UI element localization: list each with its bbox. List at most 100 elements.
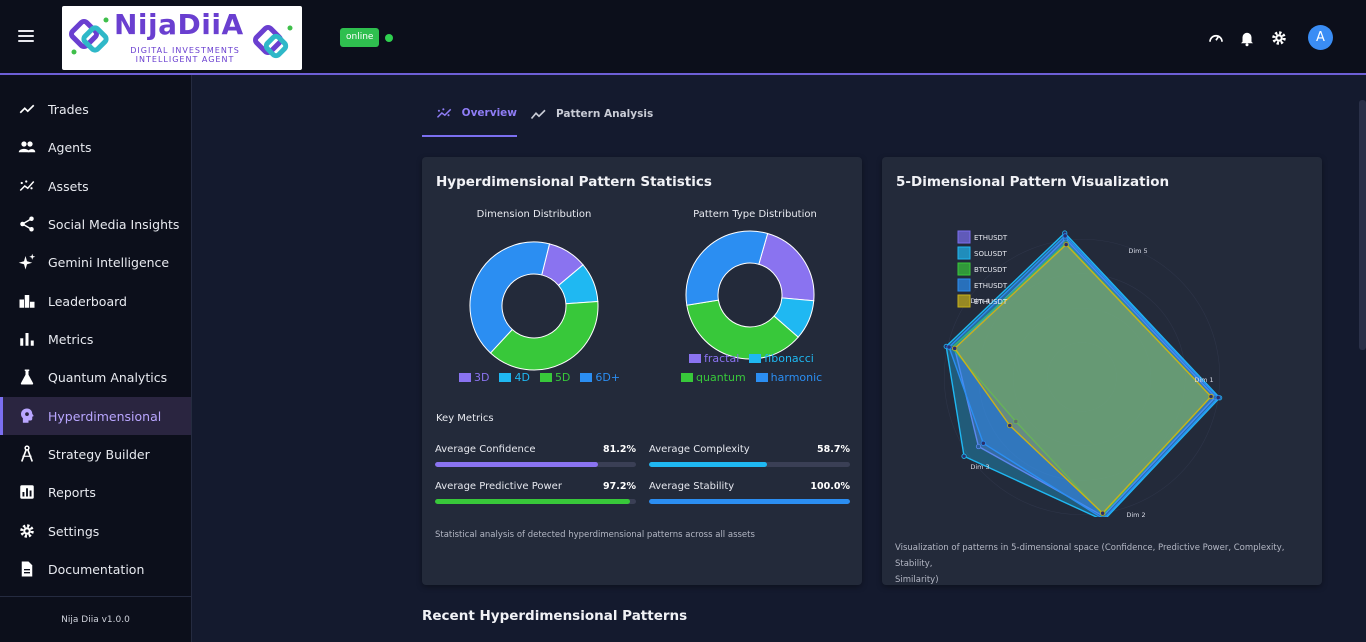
bar-chart-icon	[20, 333, 34, 346]
radar-point[interactable]	[1063, 241, 1069, 248]
sidebar-item-label: Reports	[48, 484, 96, 500]
sidebar-item-label: Gemini Intelligence	[48, 254, 170, 270]
sidebar-item-social-media-insights[interactable]: Social Media Insights	[0, 205, 191, 243]
pattern-type-legend-row2: quantum harmonic	[681, 371, 822, 384]
radar-legend-label[interactable]: SOLUSDT	[974, 250, 1007, 258]
sidebar-item-documentation[interactable]: Documentation	[0, 550, 191, 588]
card-title: 5-Dimensional Pattern Visualization	[896, 174, 1170, 190]
legend-item[interactable]: harmonic	[755, 371, 822, 384]
sidebar-item-assets[interactable]: Assets	[0, 167, 191, 205]
app-version: Nija Diia v1.0.0	[0, 596, 191, 642]
report-icon	[20, 485, 34, 499]
radar-axis-label: Dim 2	[1126, 511, 1145, 517]
avatar[interactable]: A	[1308, 25, 1333, 50]
radar-legend-label[interactable]: ETHUSDT	[974, 298, 1008, 306]
status-badge: online	[340, 28, 380, 47]
legend-item[interactable]: quantum	[681, 371, 746, 384]
radar-legend-swatch[interactable]	[957, 294, 971, 308]
brain-icon	[21, 408, 34, 423]
gear-icon	[20, 524, 34, 538]
radar-legend-swatch[interactable]	[957, 262, 971, 276]
radar-legend-label[interactable]: BTCUSDT	[974, 266, 1008, 274]
legend-item[interactable]: fractal	[689, 352, 739, 365]
stats-caption: Statistical analysis of detected hyperdi…	[435, 530, 755, 540]
document-icon	[21, 561, 33, 577]
sidebar-item-strategy-builder[interactable]: Strategy Builder	[0, 435, 191, 473]
gear-icon[interactable]	[1270, 29, 1288, 47]
radar-legend-label[interactable]: ETHUSDT	[974, 282, 1008, 290]
radar-axis-label: Dim 5	[1128, 247, 1147, 255]
sidebar-item-label: Assets	[48, 178, 89, 194]
sidebar-item-settings[interactable]: Settings	[0, 512, 191, 550]
tab-overview[interactable]: Overview	[422, 90, 517, 137]
pattern-type-donut-chart	[685, 230, 815, 360]
leaderboard-icon	[19, 295, 35, 308]
sidebar-item-label: Hyperdimensional	[48, 408, 162, 424]
flask-icon	[20, 369, 34, 385]
sidebar-item-quantum-analytics[interactable]: Quantum Analytics	[0, 358, 191, 396]
pattern-type-distribution-title: Pattern Type Distribution	[693, 209, 817, 220]
sidebar-item-label: Trades	[48, 101, 89, 117]
radar-point[interactable]	[961, 453, 967, 459]
radar-legend-label[interactable]: ETHUSDT	[974, 234, 1008, 242]
sidebar-item-agents[interactable]: Agents	[0, 128, 191, 166]
radar-legend-swatch[interactable]	[957, 246, 971, 260]
donut-slice-harmonic[interactable]	[685, 230, 769, 306]
legend-item[interactable]: 3D	[459, 371, 489, 384]
pattern-type-legend-row1: fractal fibonacci	[689, 352, 814, 365]
page-scrollbar[interactable]	[1359, 100, 1366, 350]
dimension-distribution-title: Dimension Distribution	[476, 209, 592, 220]
scatter-trend-icon	[19, 180, 35, 192]
radar-point[interactable]	[1215, 394, 1221, 401]
progress-fill	[649, 499, 850, 504]
recent-patterns-title: Recent Hyperdimensional Patterns	[422, 608, 688, 624]
dimension-legend: 3D 4D 5D 6D+	[459, 371, 620, 384]
sidebar-item-hyperdimensional[interactable]: Hyperdimensional	[0, 397, 191, 435]
sidebar-item-label: Metrics	[48, 331, 94, 347]
sidebar-item-gemini-intelligence[interactable]: Gemini Intelligence	[0, 243, 191, 281]
radar-legend-swatch[interactable]	[957, 278, 971, 292]
tab-bar: Overview Pattern Analysis	[422, 90, 862, 138]
top-bar: NijaDiiA DIGITAL INVESTMENTS INTELLIGENT…	[0, 0, 1366, 75]
viz-caption: Visualization of patterns in 5-dimension…	[895, 543, 1285, 585]
radar-point[interactable]	[952, 345, 958, 351]
tab-pattern-analysis[interactable]: Pattern Analysis	[530, 90, 653, 137]
logo[interactable]: NijaDiiA DIGITAL INVESTMENTS INTELLIGENT…	[62, 6, 302, 70]
logo-mark-icon	[69, 17, 109, 55]
compass-icon	[20, 445, 34, 462]
radar-legend-swatch[interactable]	[957, 230, 971, 244]
sidebar-item-leaderboard[interactable]: Leaderboard	[0, 282, 191, 320]
sidebar: Trades Agents Assets Social Media Insigh…	[0, 75, 192, 642]
sidebar-item-label: Documentation	[48, 561, 145, 577]
sidebar-item-label: Social Media Insights	[48, 216, 180, 232]
radar-point[interactable]	[1062, 233, 1068, 239]
radar-point[interactable]	[946, 344, 952, 350]
people-icon	[18, 141, 36, 153]
key-metrics-title: Key Metrics	[436, 413, 494, 424]
legend-item[interactable]: fibonacci	[749, 352, 814, 365]
bell-icon[interactable]	[1238, 29, 1256, 47]
status-indicator-dot	[385, 34, 393, 42]
legend-item[interactable]: 5D	[539, 371, 570, 384]
donut-slice-fractal[interactable]	[758, 232, 815, 302]
radar-point[interactable]	[1100, 510, 1106, 516]
sidebar-item-label: Strategy Builder	[48, 446, 150, 462]
legend-item[interactable]: 4D	[499, 371, 530, 384]
speedometer-icon[interactable]	[1207, 29, 1225, 47]
hamburger-menu-icon[interactable]	[18, 30, 34, 42]
radar-point[interactable]	[980, 440, 986, 446]
sidebar-item-label: Agents	[48, 139, 92, 155]
sidebar-item-label: Quantum Analytics	[48, 369, 168, 385]
logo-mark-secondary-icon	[253, 25, 293, 59]
sidebar-item-metrics[interactable]: Metrics	[0, 320, 191, 358]
legend-item[interactable]: 6D+	[580, 371, 620, 384]
sparkle-icon	[18, 253, 36, 270]
radar-chart: Dim 1Dim 2Dim 3Dim 4Dim 5ETHUSDTSOLUSDTB…	[943, 230, 1223, 517]
progress-fill	[649, 462, 767, 467]
sidebar-item-reports[interactable]: Reports	[0, 473, 191, 511]
logo-title: NijaDiiA	[114, 8, 244, 41]
sidebar-item-trades[interactable]: Trades	[0, 90, 191, 128]
radar-point[interactable]	[1208, 393, 1214, 400]
share-icon	[20, 216, 34, 232]
radar-point[interactable]	[1007, 422, 1013, 429]
